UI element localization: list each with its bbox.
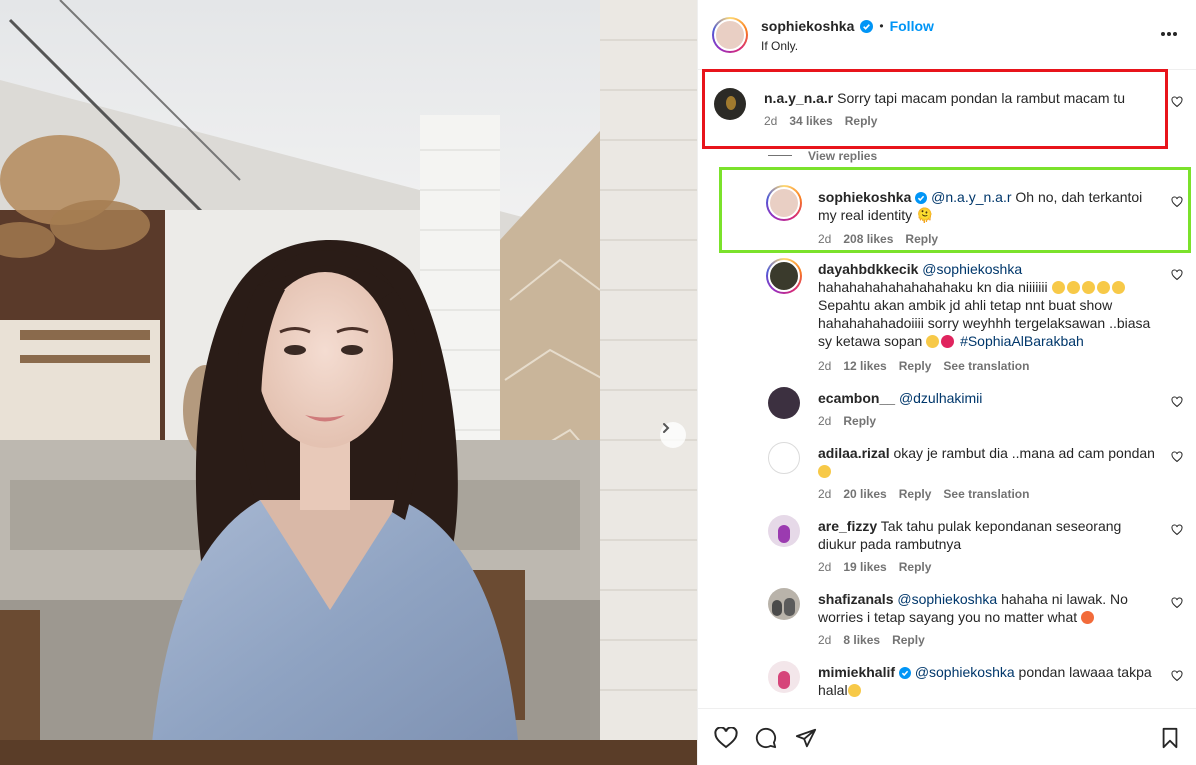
comment-body: hahahahahahahahahaku kn dia niiiiiii: [818, 279, 1048, 295]
separator-dot: •: [879, 19, 884, 33]
next-photo-button[interactable]: [660, 422, 686, 448]
heart-icon[interactable]: [1171, 597, 1183, 609]
heart-icon[interactable]: [1171, 396, 1183, 408]
share-icon[interactable]: [794, 727, 818, 749]
comment-likes[interactable]: 12 likes: [843, 359, 886, 373]
comment-age: 2d: [818, 633, 832, 647]
comment-text: mimiekhalif @sophiekoshka pondan lawaaa …: [818, 663, 1158, 699]
author-username[interactable]: sophiekoshka: [761, 18, 854, 34]
comment-body: hahaha ni lawak. No: [997, 591, 1128, 607]
replies-divider: [768, 155, 792, 156]
comment-text: adilaa.rizal okay je rambut dia ..mana a…: [818, 444, 1158, 480]
see-translation-button[interactable]: See translation: [943, 359, 1029, 373]
comment-likes[interactable]: 19 likes: [843, 560, 886, 574]
author-avatar[interactable]: [712, 17, 748, 53]
commenter-username[interactable]: dayahbdkkecik: [818, 261, 918, 277]
comment-meta: 2d 19 likes Reply: [818, 560, 931, 574]
comment-text: ecambon__ @dzulhakimii: [818, 389, 982, 407]
reply-button[interactable]: Reply: [899, 487, 932, 501]
comment-body: pondan lawaaa takpa: [1014, 664, 1152, 680]
comment-text: dayahbdkkecik @sophiekoshka hahahahahaha…: [818, 260, 1158, 350]
heart-icon[interactable]: [1171, 96, 1183, 108]
commenter-avatar[interactable]: [768, 588, 800, 620]
comment-age: 2d: [818, 487, 832, 501]
comment-body-cont: halal: [818, 682, 848, 698]
comment-icon[interactable]: [754, 727, 778, 749]
commenter-username[interactable]: adilaa.rizal: [818, 445, 890, 461]
highlight-box-green: [719, 167, 1191, 253]
heart-icon[interactable]: [1171, 451, 1183, 463]
comment-age: 2d: [818, 359, 832, 373]
comment-mention[interactable]: @sophiekoshka: [922, 261, 1022, 277]
bookmark-icon[interactable]: [1160, 727, 1180, 749]
comment-body-cont: worries i tetap sayang you no matter wha…: [818, 609, 1078, 625]
comment-mention[interactable]: @dzulhakimii: [899, 390, 982, 406]
comment-age: 2d: [818, 414, 832, 428]
post-caption: If Only.: [761, 39, 799, 53]
post-action-bar: [698, 708, 1196, 765]
commenter-username[interactable]: are_fizzy: [818, 518, 877, 534]
commenter-username[interactable]: shafizanals: [818, 591, 893, 607]
commenter-avatar[interactable]: [766, 258, 802, 294]
verified-badge-icon: [860, 19, 874, 33]
comment-body: Tak tahu pulak kepondanan seseorang: [880, 518, 1122, 534]
commenter-avatar[interactable]: [768, 387, 800, 419]
more-options-icon[interactable]: [1160, 31, 1178, 37]
commenter-username[interactable]: ecambon__: [818, 390, 895, 406]
chevron-right-icon: [663, 423, 670, 433]
commenter-avatar[interactable]: [768, 442, 800, 474]
commenter-avatar[interactable]: [768, 661, 800, 693]
comment-body-cont: Sepahtu akan ambik jd ahli tetap nnt bua…: [818, 297, 1113, 313]
comment-body-cont: sy ketawa sopan: [818, 333, 927, 349]
heart-icon[interactable]: [1171, 670, 1183, 682]
post-photo: [0, 0, 697, 765]
comment-body-cont: diukur pada rambutnya: [818, 536, 962, 552]
reply-button[interactable]: Reply: [843, 414, 876, 428]
comment-meta: 2d 8 likes Reply: [818, 633, 925, 647]
comment-text: shafizanals @sophiekoshka hahaha ni lawa…: [818, 590, 1158, 626]
post-header: sophiekoshka • Follow If Only.: [698, 0, 1196, 70]
like-heart-icon[interactable]: [714, 727, 738, 749]
commenter-avatar[interactable]: [768, 515, 800, 547]
comment-age: 2d: [818, 560, 832, 574]
comment-text: are_fizzy Tak tahu pulak kepondanan sese…: [818, 517, 1158, 553]
comment-body-cont: hahahahahadoiiii sorry weyhhh tergelaksa…: [818, 315, 1151, 331]
verified-badge-icon: [898, 667, 911, 679]
see-translation-button[interactable]: See translation: [943, 487, 1029, 501]
post-image: [0, 0, 697, 765]
reply-button[interactable]: Reply: [892, 633, 925, 647]
comment-likes[interactable]: 8 likes: [843, 633, 880, 647]
view-replies-button[interactable]: View replies: [808, 149, 877, 163]
commenter-username[interactable]: mimiekhalif: [818, 664, 895, 680]
reply-button[interactable]: Reply: [899, 359, 932, 373]
follow-button[interactable]: Follow: [890, 18, 934, 34]
comment-likes[interactable]: 20 likes: [843, 487, 886, 501]
reply-button[interactable]: Reply: [899, 560, 932, 574]
comment-mention[interactable]: @sophiekoshka: [897, 591, 997, 607]
comment-hashtag[interactable]: #SophiaAlBarakbah: [960, 333, 1084, 349]
comment-body: okay je rambut dia ..mana ad cam pondan: [893, 445, 1155, 461]
comment-mention[interactable]: @sophiekoshka: [915, 664, 1015, 680]
comment-meta: 2d 20 likes Reply See translation: [818, 487, 1029, 501]
comment-meta: 2d 12 likes Reply See translation: [818, 359, 1029, 373]
heart-icon[interactable]: [1171, 269, 1183, 281]
heart-icon[interactable]: [1171, 524, 1183, 536]
highlight-box-red: [702, 69, 1168, 149]
comment-meta: 2d Reply: [818, 414, 876, 428]
